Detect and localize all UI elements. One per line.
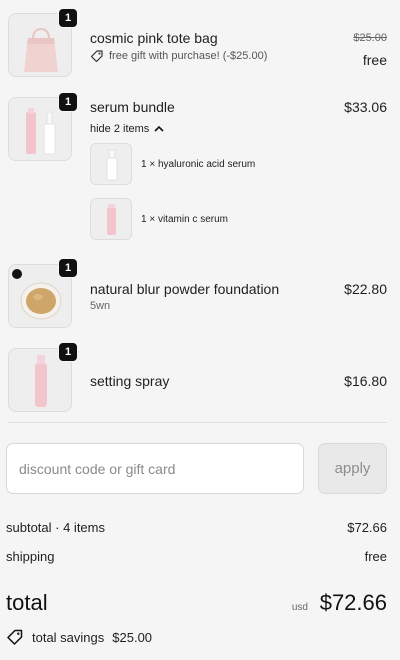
- discount-code-input[interactable]: [6, 443, 304, 494]
- quantity-badge: 1: [58, 92, 78, 112]
- total-value: $72.66: [319, 590, 387, 615]
- savings-label: total savings: [32, 629, 105, 645]
- tag-icon: [7, 629, 23, 645]
- chevron-up-icon: [154, 125, 164, 132]
- subtotal-label: subtotal · 4 items: [6, 520, 105, 535]
- item-price: $22.80: [344, 281, 387, 297]
- item-title: serum bundle: [90, 99, 175, 115]
- quantity-badge: 1: [58, 8, 78, 28]
- quantity-badge: 1: [58, 342, 78, 362]
- total-label: total: [6, 590, 48, 615]
- original-price: $25.00: [353, 32, 387, 44]
- section-divider: [8, 422, 387, 423]
- gift-note: free gift with purchase! (-$25.00): [90, 49, 267, 63]
- toggle-bundle-items-label: hide 2 items: [90, 123, 150, 135]
- hyaluronic-serum-image: [90, 143, 132, 185]
- item-title: cosmic pink tote bag: [90, 30, 218, 46]
- vitamin-c-serum-image: [90, 198, 132, 240]
- item-title: setting spray: [90, 373, 170, 389]
- currency-code: usd: [291, 602, 308, 613]
- item-price: $16.80: [344, 373, 387, 389]
- shipping-label: shipping: [6, 549, 55, 564]
- savings-value: $25.00: [112, 629, 153, 645]
- bundle-item-label: 1 × vitamin c serum: [141, 214, 228, 225]
- subtotal-value: $72.66: [347, 520, 387, 535]
- item-variant: 5wn: [90, 300, 111, 312]
- total-savings: total savings $25.00: [6, 628, 152, 646]
- quantity-badge: 1: [58, 258, 78, 278]
- shipping-value: free: [364, 549, 387, 564]
- bundle-item-label: 1 × hyaluronic acid serum: [141, 159, 256, 170]
- tag-icon: [90, 50, 103, 63]
- item-price: $33.06: [344, 99, 387, 115]
- gift-note-text: free gift with purchase! (-$25.00): [109, 50, 268, 62]
- toggle-bundle-items-button[interactable]: hide 2 items: [90, 123, 164, 135]
- item-title: natural blur powder foundation: [90, 281, 280, 297]
- item-price: free: [362, 52, 387, 68]
- apply-discount-button[interactable]: apply: [318, 443, 387, 494]
